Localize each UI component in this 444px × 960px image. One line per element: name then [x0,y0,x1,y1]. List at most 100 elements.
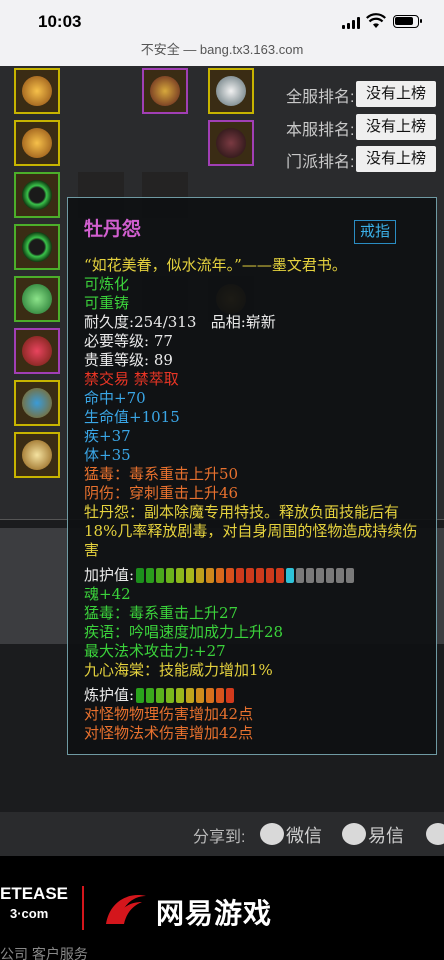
netease-games-icon [106,895,146,924]
gauge-segment [336,568,345,583]
gauge-segment [156,568,165,583]
gauge-segment [216,568,225,583]
equip-slot[interactable] [208,120,254,166]
gauge-segment [216,688,225,703]
equip-slot[interactable] [14,172,60,218]
rank-value-server: 没有上榜 [356,114,436,140]
gauge-segment [316,568,325,583]
gauge-segment [166,688,175,703]
address-text: 不安全 — bang.tx3.163.com [140,42,304,57]
equip-slot[interactable] [14,276,60,322]
item-recastable: 可重铸 [84,294,130,312]
gauge-segment [206,688,215,703]
gauge-segment [266,568,275,583]
item-details: “如花美眷，似水流年。”——墨文君书。 可炼化 可重铸 耐久度:254/313 … [84,256,424,743]
gauge-segment [176,568,185,583]
protect-row: 加护值: [84,566,424,585]
gauge-segment [306,568,315,583]
address-bar[interactable]: 不安全 — bang.tx3.163.com [0,36,444,66]
rank-value-sect: 没有上榜 [356,146,436,172]
gauge-segment [226,688,235,703]
battery-icon [393,15,422,28]
gauge-segment [286,568,295,583]
item-refinable: 可炼化 [84,275,130,293]
equip-slot[interactable] [208,68,254,114]
protect-special: 九心海棠：技能威力增加1% [84,661,273,679]
refine-label: 炼护值: [84,686,135,704]
rank-label-server-all: 全服排名: [286,89,355,106]
share-yixin[interactable]: 易信 [368,822,404,848]
game-name: 网易游戏 [156,898,273,929]
item-effect: 猛毒：毒系重击上升50 [84,465,239,483]
protect-stat: 猛毒：毒系重击上升27 [84,604,239,622]
protect-stat: 疾语：吟唱速度加成力上升28 [84,623,284,641]
gauge-segment [326,568,335,583]
refine-row: 炼护值: [84,686,424,705]
item-restriction: 禁交易 禁萃取 [84,370,179,388]
item-rarity: 贵重等级: 89 [84,351,173,369]
equip-slot[interactable] [14,224,60,270]
gauge-segment [136,568,145,583]
status-time: 10:03 [38,12,82,31]
equip-slot[interactable] [14,380,60,426]
item-name: 牡丹怨 [84,219,142,240]
item-durability: 耐久度:254/313 品相:崭新 [84,313,276,331]
item-tooltip: 牡丹怨 戒指 “如花美眷，似水流年。”——墨文君书。 可炼化 可重铸 耐久度:2… [67,197,437,755]
refine-gauge [136,688,236,704]
item-stat: 体+35 [84,446,131,464]
item-stat: 疾+37 [84,427,131,445]
refine-stat: 对怪物物理伤害增加42点 [84,705,254,723]
wechat-icon[interactable] [260,823,284,845]
yixin-icon[interactable] [342,823,366,845]
equip-slot[interactable] [14,328,60,374]
protect-label: 加护值: [84,566,135,584]
gauge-segment [146,568,155,583]
item-stat: 命中+70 [84,389,146,407]
item-slot-button[interactable]: 戒指 [354,220,396,244]
equip-slot[interactable] [142,68,188,114]
gauge-segment [176,688,185,703]
gauge-segment [136,688,145,703]
wifi-icon [366,13,386,28]
protect-stat: 魂+42 [84,585,131,603]
gauge-segment [206,568,215,583]
gauge-segment [196,688,205,703]
item-stat: 生命值+1015 [84,408,180,426]
gauge-segment [346,568,355,583]
footer-links[interactable]: 公司 客户服务 [0,944,88,960]
share-wechat[interactable]: 微信 [286,822,322,848]
equip-slot[interactable] [14,120,60,166]
share-label: 分享到: [193,829,246,846]
item-level: 必要等级: 77 [84,332,173,350]
item-effect: 阴伤：穿刺重击上升46 [84,484,239,502]
protect-gauge [136,568,356,584]
gauge-segment [226,568,235,583]
footer: ETEASE 3·com 网易游戏 公司 客户服务 [0,856,444,960]
gauge-segment [256,568,265,583]
footer-divider [82,886,84,930]
gauge-segment [156,688,165,703]
weibo-icon[interactable] [426,823,444,845]
gauge-segment [146,688,155,703]
item-special-skill: 牡丹怨：副本除魔专用特技。释放负面技能后有18%几率释放剧毒，对自身周围的怪物造… [84,503,418,559]
rank-value-server-all: 没有上榜 [356,81,436,107]
netease-logo-subtext: 3·com [10,906,49,921]
refine-stat: 对怪物法术伤害增加42点 [84,724,254,742]
equip-slot[interactable] [14,68,60,114]
item-quote: “如花美眷，似水流年。”——墨文君书。 [84,256,347,274]
rank-label-server: 本服排名: [286,122,355,139]
gauge-segment [246,568,255,583]
netease-logo-text: ETEASE [0,884,69,903]
protect-stat: 最大法术攻击力:+27 [84,642,226,660]
gauge-segment [276,568,285,583]
gauge-segment [186,568,195,583]
rank-label-sect: 门派排名: [286,154,355,171]
share-bar: 分享到: 微信 易信 [0,812,444,856]
signal-icon [342,17,360,29]
gauge-segment [166,568,175,583]
gauge-segment [196,568,205,583]
equip-slot[interactable] [14,432,60,478]
gauge-segment [236,568,245,583]
gauge-segment [296,568,305,583]
gauge-segment [186,688,195,703]
